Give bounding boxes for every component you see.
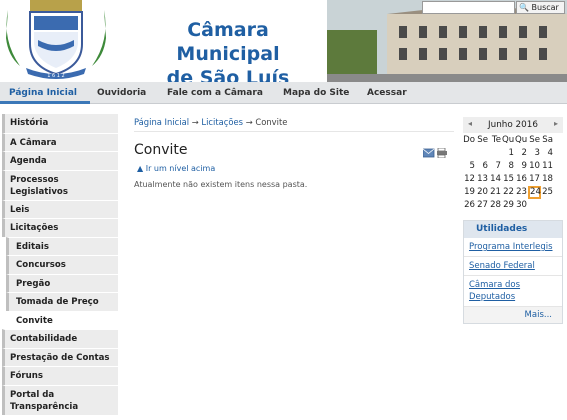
nav-sitemap[interactable]: Mapa do Site <box>283 82 349 104</box>
sidebar-item-editais[interactable]: Editais <box>6 236 118 255</box>
calendar-day[interactable]: 14 <box>489 173 502 186</box>
empty-folder-message: Atualmente não existem itens nessa pasta… <box>134 180 308 189</box>
calendar-day[interactable]: 17 <box>528 173 541 186</box>
site-title-line1: Câmara Municipal <box>176 19 280 65</box>
calendar-day[interactable]: 19 <box>463 186 476 199</box>
calendar-empty-cell <box>489 147 502 160</box>
calendar-day[interactable]: 20 <box>476 186 489 199</box>
calendar-day[interactable]: 12 <box>463 173 476 186</box>
search-input[interactable] <box>422 1 515 14</box>
calendar-day[interactable]: 25 <box>541 186 554 199</box>
calendar-empty-cell <box>541 199 554 212</box>
calendar-empty-cell <box>463 147 476 160</box>
calendar-empty-cell <box>528 199 541 212</box>
sidebar: História A Câmara Agenda Processos Legis… <box>2 114 118 415</box>
utilities-link-camara-deputados[interactable]: Câmara dos Deputados <box>464 276 562 307</box>
breadcrumb-current: Convite <box>255 117 288 127</box>
calendar-weekday: Qu <box>502 135 515 145</box>
print-icon[interactable] <box>437 147 447 159</box>
nav-ouvidoria[interactable]: Ouvidoria <box>97 82 146 104</box>
calendar-day[interactable]: 22 <box>502 186 515 199</box>
calendar-day[interactable]: 23 <box>515 186 528 199</box>
calendar-day[interactable]: 13 <box>476 173 489 186</box>
coat-of-arms-logo: 1 6 1 2 <box>6 0 106 79</box>
sidebar-item-convite[interactable]: Convite <box>2 310 118 329</box>
utilities-link-senado[interactable]: Senado Federal <box>464 257 562 276</box>
calendar-portlet: ◂ Junho 2016 ▸ Do Se Te Qu Qu Se Sa 1 2 3 4 5 6 7 8 9 10… <box>463 117 563 212</box>
utilities-link-interlegis[interactable]: Programa Interlegis <box>464 238 562 257</box>
calendar-day[interactable]: 7 <box>489 160 502 173</box>
calendar-day[interactable]: 28 <box>489 199 502 212</box>
sidebar-item-portal-transparencia[interactable]: Portal da Transparência <box>2 384 118 415</box>
document-actions <box>422 147 449 159</box>
calendar-weekday: Te <box>491 135 501 145</box>
calendar-day[interactable]: 30 <box>515 199 528 212</box>
calendar-day[interactable]: 3 <box>528 147 541 160</box>
page-title: Convite <box>134 142 188 158</box>
calendar-day[interactable]: 6 <box>476 160 489 173</box>
svg-text:1 6 1 2: 1 6 1 2 <box>47 73 65 79</box>
calendar-empty-cell <box>476 147 489 160</box>
breadcrumb-licitacoes[interactable]: Licitações <box>201 117 243 127</box>
search-button[interactable]: 🔍 Buscar <box>516 1 565 14</box>
up-one-level-label: Ir um nível acima <box>145 164 216 173</box>
calendar-day[interactable]: 18 <box>541 173 554 186</box>
calendar-weekday: Se <box>529 135 540 145</box>
calendar-day[interactable]: 24 <box>528 186 541 199</box>
search-button-label: Buscar <box>531 3 559 12</box>
sidebar-item-historia[interactable]: História <box>2 114 118 133</box>
calendar-month: Junho 2016 <box>488 120 538 130</box>
calendar-day[interactable]: 10 <box>528 160 541 173</box>
calendar-day[interactable]: 27 <box>476 199 489 212</box>
calendar-day[interactable]: 15 <box>502 173 515 186</box>
sidebar-item-pregao[interactable]: Pregão <box>6 273 118 292</box>
breadcrumb-divider <box>134 131 454 132</box>
sidebar-item-agenda[interactable]: Agenda <box>2 151 118 170</box>
breadcrumb-separator: → <box>191 117 199 127</box>
calendar-day[interactable]: 4 <box>541 147 554 160</box>
calendar-weekday: Se <box>477 135 488 145</box>
calendar-day[interactable]: 2 <box>515 147 528 160</box>
breadcrumb-separator: → <box>245 117 253 127</box>
search-icon: 🔍 <box>519 3 529 12</box>
arrow-up-icon: ▲ <box>137 164 144 173</box>
breadcrumb: Página Inicial → Licitações → Convite <box>134 117 287 127</box>
calendar-weekday: Sa <box>542 135 553 145</box>
send-to-icon[interactable] <box>422 148 435 158</box>
calendar-day[interactable]: 8 <box>502 160 515 173</box>
sidebar-item-foruns[interactable]: Fóruns <box>2 366 118 385</box>
sidebar-item-camara[interactable]: A Câmara <box>2 132 118 151</box>
calendar-day[interactable]: 11 <box>541 160 554 173</box>
sidebar-item-concursos[interactable]: Concursos <box>6 255 118 274</box>
sidebar-item-prestacao-de-contas[interactable]: Prestação de Contas <box>2 347 118 366</box>
calendar-weekday: Qu <box>515 135 528 145</box>
calendar-weekday: Do <box>463 135 475 145</box>
calendar-day[interactable]: 9 <box>515 160 528 173</box>
calendar-grid: Do Se Te Qu Qu Se Sa 1 2 3 4 5 6 7 8 9 10 11 12 13 14 15 16 17 1… <box>463 134 563 212</box>
sidebar-item-leis[interactable]: Leis <box>2 199 118 218</box>
calendar-header: ◂ Junho 2016 ▸ <box>463 117 563 133</box>
sidebar-item-tomada-de-preco[interactable]: Tomada de Preço <box>6 292 118 311</box>
utilities-portlet: Utilidades Programa Interlegis Senado Fe… <box>463 220 563 324</box>
sidebar-item-licitacoes[interactable]: Licitações <box>2 218 118 237</box>
calendar-day[interactable]: 29 <box>502 199 515 212</box>
up-one-level-link[interactable]: ▲ Ir um nível acima <box>137 164 215 173</box>
site-title[interactable]: Câmara Municipal de São Luís <box>133 18 323 90</box>
sidebar-item-processos[interactable]: Processos Legislativos <box>2 169 118 200</box>
calendar-day[interactable]: 21 <box>489 186 502 199</box>
utilities-more-link[interactable]: Mais... <box>464 307 562 323</box>
calendar-next-icon[interactable]: ▸ <box>554 119 558 128</box>
nav-active-indicator <box>0 101 90 104</box>
nav-contact[interactable]: Fale com a Câmara <box>167 82 263 104</box>
utilities-title: Utilidades <box>464 221 562 238</box>
breadcrumb-home[interactable]: Página Inicial <box>134 117 189 127</box>
site-header: 1 6 1 2 Câmara Municipal de São Luís 🔍 B… <box>0 0 567 89</box>
calendar-day[interactable]: 1 <box>502 147 515 160</box>
calendar-day[interactable]: 26 <box>463 199 476 212</box>
calendar-day[interactable]: 16 <box>515 173 528 186</box>
nav-login[interactable]: Acessar <box>367 82 407 104</box>
calendar-day[interactable]: 5 <box>463 160 476 173</box>
sidebar-item-contabilidade[interactable]: Contabilidade <box>2 329 118 348</box>
